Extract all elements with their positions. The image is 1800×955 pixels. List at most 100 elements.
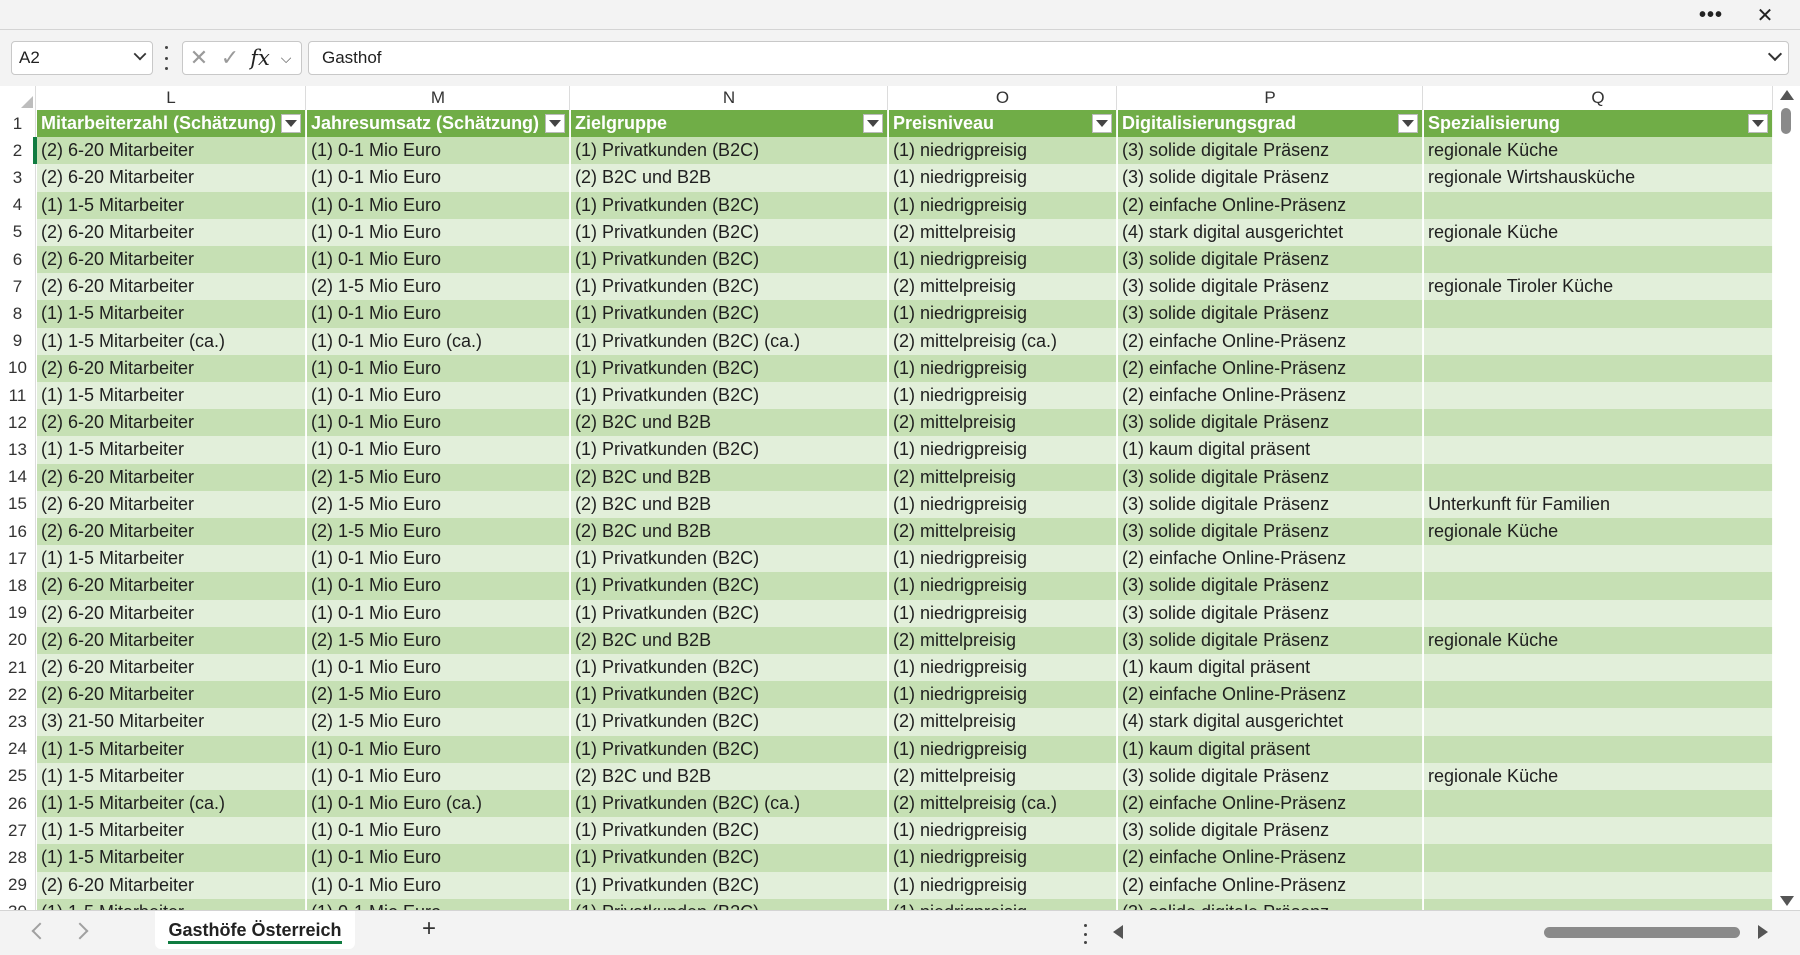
table-cell[interactable]: (1) Privatkunden (B2C) bbox=[571, 218, 888, 246]
add-sheet-button[interactable]: + bbox=[414, 915, 444, 943]
row-number[interactable]: 15 bbox=[0, 490, 36, 518]
row-number[interactable]: 5 bbox=[0, 218, 36, 246]
table-cell[interactable] bbox=[1424, 436, 1773, 464]
row-number[interactable]: 7 bbox=[0, 273, 36, 301]
table-cell[interactable]: (2) 1-5 Mio Euro bbox=[307, 708, 570, 736]
table-cell[interactable]: (3) solide digitale Präsenz bbox=[1118, 273, 1423, 301]
row-number[interactable]: 8 bbox=[0, 300, 36, 328]
table-cell[interactable]: (2) mittelpreisig bbox=[889, 463, 1117, 491]
table-cell[interactable]: regionale Wirtshausküche bbox=[1424, 164, 1773, 192]
table-cell[interactable]: (1) 1-5 Mitarbeiter bbox=[37, 382, 306, 410]
table-cell[interactable] bbox=[1424, 300, 1773, 328]
table-cell[interactable]: (2) B2C und B2B bbox=[571, 762, 888, 790]
scroll-left-icon[interactable] bbox=[1113, 925, 1123, 939]
table-cell[interactable]: (2) 1-5 Mio Euro bbox=[307, 626, 570, 654]
table-cell[interactable]: (2) B2C und B2B bbox=[571, 490, 888, 518]
table-cell[interactable]: (2) 1-5 Mio Euro bbox=[307, 518, 570, 546]
table-cell[interactable]: (1) Privatkunden (B2C) bbox=[571, 871, 888, 899]
table-cell[interactable] bbox=[1424, 246, 1773, 274]
table-cell[interactable]: (1) Privatkunden (B2C) bbox=[571, 817, 888, 845]
table-cell[interactable]: Unterkunft für Familien bbox=[1424, 490, 1773, 518]
table-cell[interactable]: (1) Privatkunden (B2C) bbox=[571, 708, 888, 736]
row-number[interactable]: 4 bbox=[0, 191, 36, 219]
filter-dropdown-icon[interactable] bbox=[281, 114, 301, 133]
table-cell[interactable]: regionale Tiroler Küche bbox=[1424, 273, 1773, 301]
table-cell[interactable] bbox=[1424, 545, 1773, 573]
table-cell[interactable]: (1) Privatkunden (B2C) bbox=[571, 599, 888, 627]
table-cell[interactable]: (2) 6-20 Mitarbeiter bbox=[37, 599, 306, 627]
next-sheet-icon[interactable] bbox=[71, 922, 89, 940]
table-cell[interactable]: regionale Küche bbox=[1424, 137, 1773, 165]
table-cell[interactable]: (2) einfache Online-Präsenz bbox=[1118, 844, 1423, 872]
table-cell[interactable]: (2) mittelpreisig bbox=[889, 762, 1117, 790]
table-cell[interactable]: (1) Privatkunden (B2C) bbox=[571, 572, 888, 600]
row-number[interactable]: 17 bbox=[0, 545, 36, 573]
table-cell[interactable]: (1) Privatkunden (B2C) bbox=[571, 246, 888, 274]
table-cell[interactable]: (2) 6-20 Mitarbeiter bbox=[37, 273, 306, 301]
table-cell[interactable]: (2) mittelpreisig bbox=[889, 409, 1117, 437]
name-box[interactable]: A2 bbox=[11, 41, 153, 75]
table-cell[interactable]: (1) Privatkunden (B2C) bbox=[571, 191, 888, 219]
table-cell[interactable]: (1) 1-5 Mitarbeiter bbox=[37, 436, 306, 464]
table-cell[interactable]: (1) niedrigpreisig bbox=[889, 599, 1117, 627]
table-cell[interactable] bbox=[1424, 409, 1773, 437]
table-cell[interactable]: (1) Privatkunden (B2C) bbox=[571, 436, 888, 464]
table-cell[interactable]: (1) 0-1 Mio Euro bbox=[307, 164, 570, 192]
previous-sheet-icon[interactable] bbox=[31, 922, 49, 940]
table-cell[interactable]: (2) 6-20 Mitarbeiter bbox=[37, 626, 306, 654]
row-number[interactable]: 6 bbox=[0, 246, 36, 274]
row-number[interactable]: 10 bbox=[0, 354, 36, 382]
column-header[interactable]: N bbox=[571, 86, 888, 110]
row-number[interactable]: 11 bbox=[0, 382, 36, 410]
table-cell[interactable]: (2) 6-20 Mitarbeiter bbox=[37, 354, 306, 382]
table-cell[interactable]: (1) 0-1 Mio Euro bbox=[307, 137, 570, 165]
table-cell[interactable] bbox=[1424, 844, 1773, 872]
table-cell[interactable]: regionale Küche bbox=[1424, 762, 1773, 790]
table-cell[interactable]: (1) Privatkunden (B2C) (ca.) bbox=[571, 790, 888, 818]
row-number[interactable]: 16 bbox=[0, 518, 36, 546]
table-cell[interactable] bbox=[1424, 871, 1773, 899]
table-cell[interactable] bbox=[1424, 599, 1773, 627]
table-cell[interactable]: (2) B2C und B2B bbox=[571, 164, 888, 192]
table-cell[interactable] bbox=[1424, 817, 1773, 845]
row-number[interactable]: 27 bbox=[0, 817, 36, 845]
row-number[interactable]: 18 bbox=[0, 572, 36, 600]
table-cell[interactable] bbox=[1424, 572, 1773, 600]
table-cell[interactable]: (1) 0-1 Mio Euro bbox=[307, 599, 570, 627]
chevron-down-icon[interactable]: ⌵ bbox=[275, 42, 297, 74]
table-cell[interactable]: (3) solide digitale Präsenz bbox=[1118, 300, 1423, 328]
table-cell[interactable]: (1) 1-5 Mitarbeiter bbox=[37, 844, 306, 872]
row-number[interactable]: 21 bbox=[0, 654, 36, 682]
row-number[interactable]: 22 bbox=[0, 681, 36, 709]
table-cell[interactable]: (4) stark digital ausgerichtet bbox=[1118, 708, 1423, 736]
table-cell[interactable]: (3) solide digitale Präsenz bbox=[1118, 463, 1423, 491]
table-cell[interactable]: (2) einfache Online-Präsenz bbox=[1118, 871, 1423, 899]
table-cell[interactable]: (1) niedrigpreisig bbox=[889, 817, 1117, 845]
expand-formula-bar-icon[interactable] bbox=[1767, 46, 1783, 62]
table-cell[interactable]: (1) niedrigpreisig bbox=[889, 300, 1117, 328]
table-cell[interactable]: (1) Privatkunden (B2C) bbox=[571, 735, 888, 763]
table-cell[interactable] bbox=[1424, 463, 1773, 491]
table-cell[interactable]: (1) 1-5 Mitarbeiter bbox=[37, 762, 306, 790]
table-cell[interactable]: (2) einfache Online-Präsenz bbox=[1118, 354, 1423, 382]
table-cell[interactable]: (1) 0-1 Mio Euro bbox=[307, 545, 570, 573]
table-cell[interactable] bbox=[1424, 327, 1773, 355]
filter-dropdown-icon[interactable] bbox=[1092, 114, 1112, 133]
table-cell[interactable]: (1) kaum digital präsent bbox=[1118, 654, 1423, 682]
column-header[interactable]: O bbox=[889, 86, 1117, 110]
row-number[interactable]: 2 bbox=[0, 137, 36, 165]
table-cell[interactable]: (1) niedrigpreisig bbox=[889, 490, 1117, 518]
table-cell[interactable]: (2) einfache Online-Präsenz bbox=[1118, 545, 1423, 573]
table-cell[interactable]: (1) Privatkunden (B2C) bbox=[571, 382, 888, 410]
filter-dropdown-icon[interactable] bbox=[1398, 114, 1418, 133]
sheet-bar-grip-icon[interactable] bbox=[1082, 924, 1088, 944]
table-cell[interactable]: (1) niedrigpreisig bbox=[889, 382, 1117, 410]
table-cell[interactable]: (1) 0-1 Mio Euro bbox=[307, 817, 570, 845]
table-cell[interactable]: (4) stark digital ausgerichtet bbox=[1118, 218, 1423, 246]
table-cell[interactable] bbox=[1424, 735, 1773, 763]
table-cell[interactable]: (1) niedrigpreisig bbox=[889, 735, 1117, 763]
table-cell[interactable]: (2) mittelpreisig bbox=[889, 708, 1117, 736]
table-cell[interactable] bbox=[1424, 790, 1773, 818]
table-cell[interactable]: (1) kaum digital präsent bbox=[1118, 436, 1423, 464]
table-cell[interactable]: (2) 6-20 Mitarbeiter bbox=[37, 246, 306, 274]
